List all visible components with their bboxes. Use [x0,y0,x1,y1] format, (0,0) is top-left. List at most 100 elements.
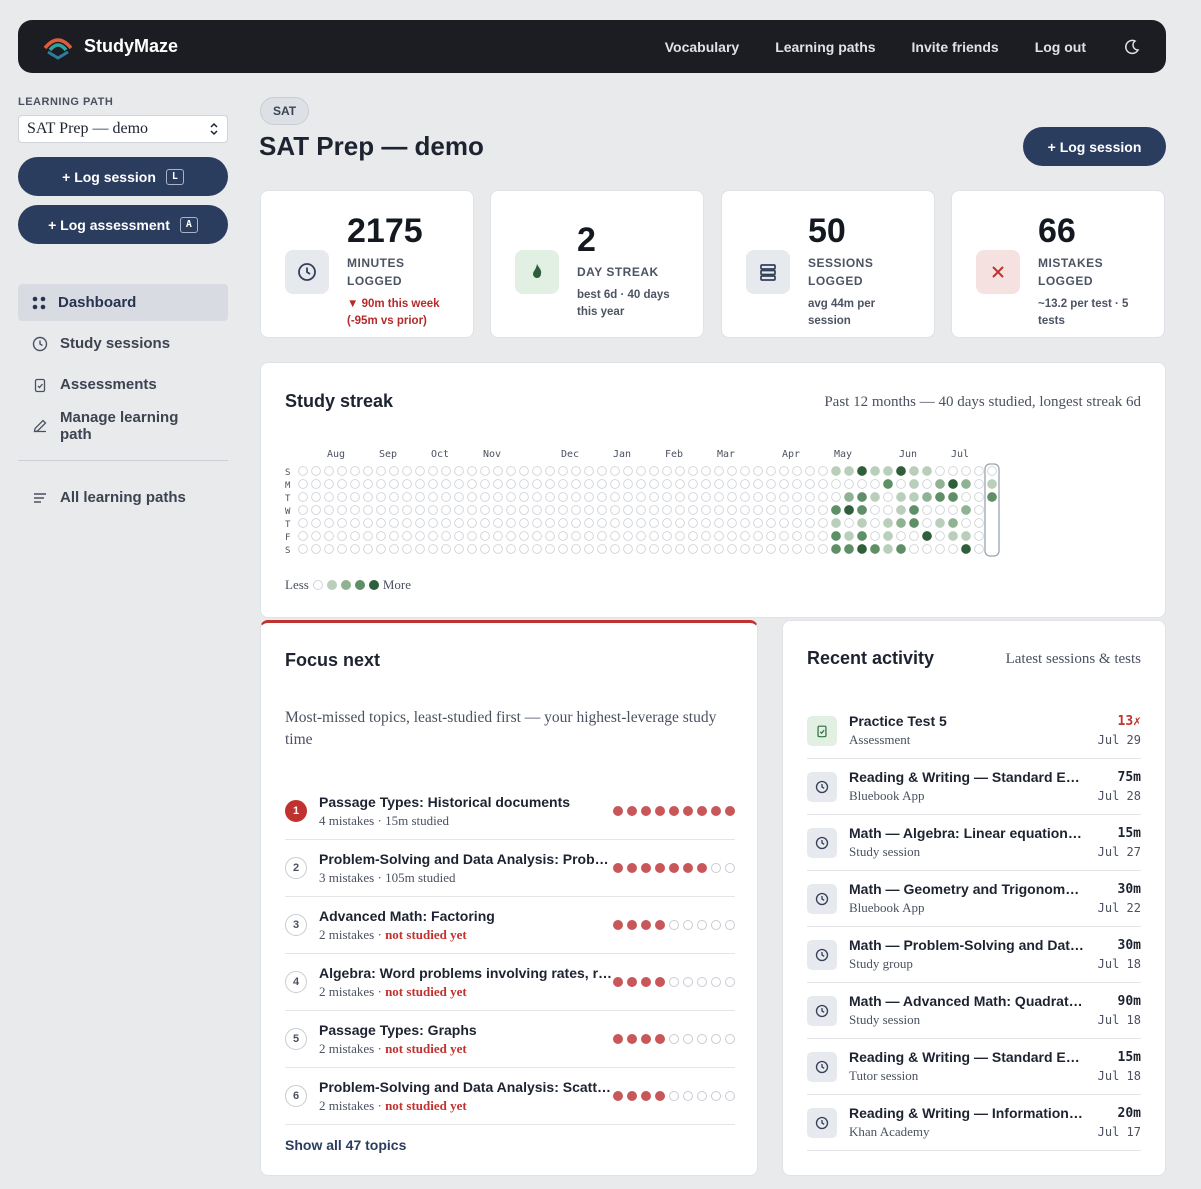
heatmap-day-cell[interactable] [298,492,308,502]
heatmap-day-cell[interactable] [571,518,581,528]
heatmap-day-cell[interactable] [922,505,932,515]
heatmap-day-cell[interactable] [753,531,763,541]
heatmap-day-cell[interactable] [623,479,633,489]
heatmap-day-cell[interactable] [324,518,334,528]
heatmap-day-cell[interactable] [857,479,867,489]
heatmap-day-cell[interactable] [740,518,750,528]
heatmap-day-cell[interactable] [935,505,945,515]
heatmap-day-cell[interactable] [662,466,672,476]
heatmap-day-cell[interactable] [935,479,945,489]
heatmap-day-cell[interactable] [558,479,568,489]
heatmap-day-cell[interactable] [584,518,594,528]
heatmap-day-cell[interactable] [402,466,412,476]
heatmap-day-cell[interactable] [740,466,750,476]
heatmap-day-cell[interactable] [350,544,360,554]
activity-row[interactable]: Math — Geometry and Trigonometry Blueboo… [807,871,1141,927]
heatmap-day-cell[interactable] [844,492,854,502]
heatmap-day-cell[interactable] [649,492,659,502]
heatmap-day-cell[interactable] [935,492,945,502]
heatmap-day-cell[interactable] [688,544,698,554]
heatmap-day-cell[interactable] [441,531,451,541]
heatmap-day-cell[interactable] [350,518,360,528]
heatmap-day-cell[interactable] [597,544,607,554]
heatmap-day-cell[interactable] [909,518,919,528]
heatmap-day-cell[interactable] [701,544,711,554]
heatmap-day-cell[interactable] [493,505,503,515]
heatmap-day-cell[interactable] [870,505,880,515]
heatmap-day-cell[interactable] [532,544,542,554]
heatmap-day-cell[interactable] [779,505,789,515]
heatmap-day-cell[interactable] [766,544,776,554]
heatmap-day-cell[interactable] [974,479,984,489]
heatmap-day-cell[interactable] [714,479,724,489]
heatmap-day-cell[interactable] [389,505,399,515]
heatmap-day-cell[interactable] [558,531,568,541]
heatmap-day-cell[interactable] [454,518,464,528]
heatmap-day-cell[interactable] [896,466,906,476]
heatmap-day-cell[interactable] [519,518,529,528]
heatmap-day-cell[interactable] [558,505,568,515]
heatmap-day-cell[interactable] [974,518,984,528]
heatmap-day-cell[interactable] [441,518,451,528]
heatmap-day-cell[interactable] [571,544,581,554]
heatmap-day-cell[interactable] [298,531,308,541]
heatmap-day-cell[interactable] [727,505,737,515]
heatmap-day-cell[interactable] [454,466,464,476]
heatmap-day-cell[interactable] [935,466,945,476]
heatmap-day-cell[interactable] [324,466,334,476]
heatmap-day-cell[interactable] [545,505,555,515]
heatmap-day-cell[interactable] [363,492,373,502]
heatmap-day-cell[interactable] [922,518,932,528]
heatmap-day-cell[interactable] [519,466,529,476]
focus-topic-row[interactable]: 2 Problem-Solving and Data Analysis: Pro… [285,840,735,897]
heatmap-day-cell[interactable] [805,479,815,489]
heatmap-day-cell[interactable] [402,518,412,528]
heatmap-day-cell[interactable] [896,544,906,554]
heatmap-day-cell[interactable] [597,505,607,515]
heatmap-day-cell[interactable] [961,505,971,515]
activity-row[interactable]: Reading & Writing — Standard English Con… [807,1039,1141,1095]
heatmap-day-cell[interactable] [623,544,633,554]
heatmap-day-cell[interactable] [883,479,893,489]
heatmap-day-cell[interactable] [597,518,607,528]
heatmap-day-cell[interactable] [896,531,906,541]
heatmap-day-cell[interactable] [948,531,958,541]
heatmap-day-cell[interactable] [987,466,997,476]
heatmap-day-cell[interactable] [779,544,789,554]
heatmap-day-cell[interactable] [675,531,685,541]
heatmap-day-cell[interactable] [376,466,386,476]
heatmap-day-cell[interactable] [506,544,516,554]
heatmap-day-cell[interactable] [740,492,750,502]
heatmap-day-cell[interactable] [740,505,750,515]
heatmap-day-cell[interactable] [545,466,555,476]
heatmap-day-cell[interactable] [363,544,373,554]
heatmap-day-cell[interactable] [506,479,516,489]
heatmap-day-cell[interactable] [584,466,594,476]
heatmap-day-cell[interactable] [727,518,737,528]
heatmap-day-cell[interactable] [298,544,308,554]
heatmap-day-cell[interactable] [896,505,906,515]
heatmap-day-cell[interactable] [883,466,893,476]
heatmap-day-cell[interactable] [584,505,594,515]
heatmap-day-cell[interactable] [519,505,529,515]
heatmap-day-cell[interactable] [337,531,347,541]
heatmap-day-cell[interactable] [363,466,373,476]
heatmap-day-cell[interactable] [662,544,672,554]
heatmap-day-cell[interactable] [896,492,906,502]
heatmap-day-cell[interactable] [766,466,776,476]
heatmap-day-cell[interactable] [454,492,464,502]
heatmap-day-cell[interactable] [584,544,594,554]
heatmap-day-cell[interactable] [324,544,334,554]
heatmap-day-cell[interactable] [350,492,360,502]
activity-row[interactable]: Math — Advanced Math: Quadratics Study s… [807,983,1141,1039]
heatmap-day-cell[interactable] [831,505,841,515]
heatmap-day-cell[interactable] [948,544,958,554]
heatmap-day-cell[interactable] [428,505,438,515]
heatmap-day-cell[interactable] [857,544,867,554]
sidebar-item-assessments[interactable]: Assessments [18,366,228,403]
heatmap-day-cell[interactable] [415,466,425,476]
heatmap-day-cell[interactable] [883,505,893,515]
heatmap-day-cell[interactable] [857,505,867,515]
heatmap-day-cell[interactable] [467,492,477,502]
heatmap-day-cell[interactable] [376,505,386,515]
